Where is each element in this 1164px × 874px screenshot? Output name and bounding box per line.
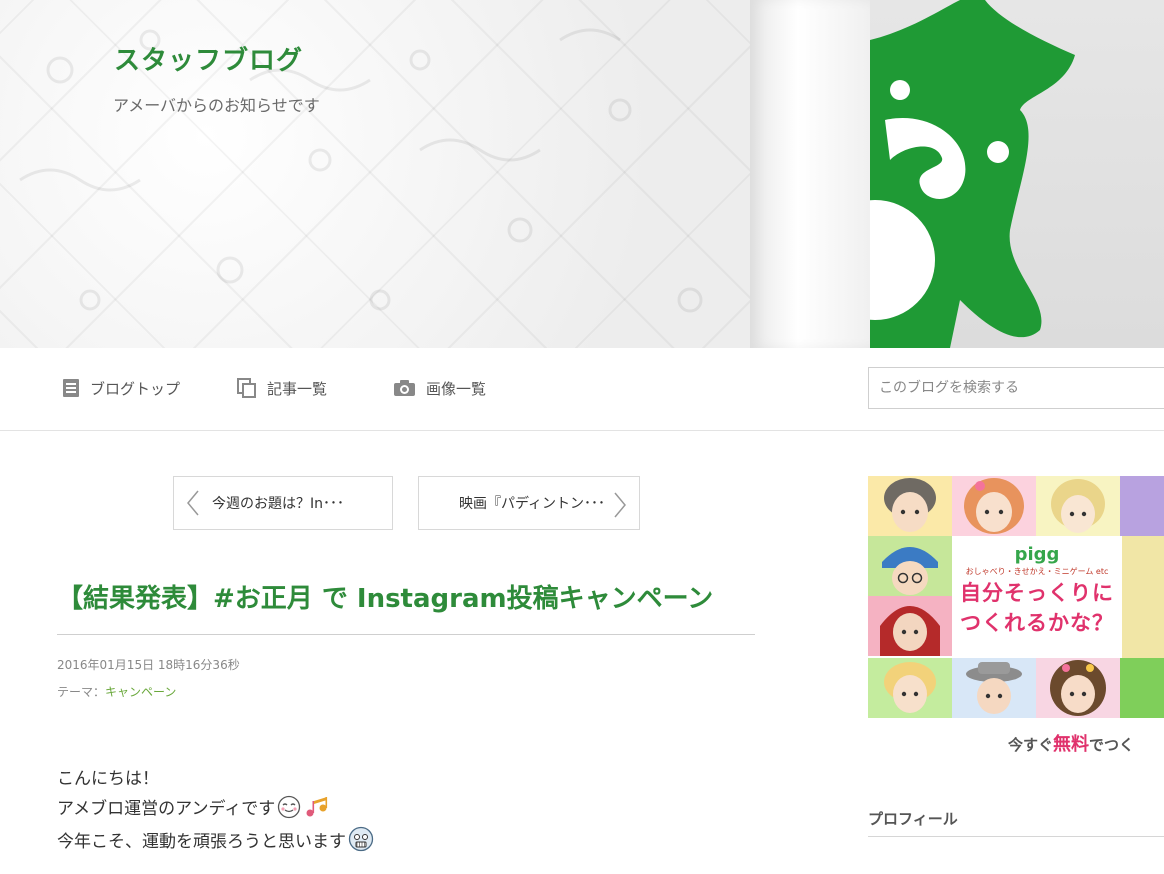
ad-avatar-cell xyxy=(1036,476,1120,536)
title-divider xyxy=(57,634,755,635)
ad-avatar-cell xyxy=(952,658,1036,718)
avatar-face-icon xyxy=(964,478,1024,534)
ad-subtitle: おしゃべり・きせかえ・ミニゲーム etc xyxy=(965,567,1109,576)
blog-description: アメーバからのお知らせです xyxy=(113,96,320,115)
body-line-3: 今年こそ、運動を頑張ろうと思います xyxy=(57,826,374,852)
body-text-resolution: 今年こそ、運動を頑張ろうと思います xyxy=(57,831,346,852)
profile-heading: プロフィール xyxy=(868,810,958,828)
nav-article-list[interactable]: 記事一覧 xyxy=(237,376,327,400)
ad-avatar-cell xyxy=(1120,476,1164,536)
entry-date: 2016年01月15日 18時16分36秒 xyxy=(57,658,240,672)
body-line-1: こんにちは！ xyxy=(57,764,159,789)
music-notes-icon xyxy=(306,796,328,816)
entry-theme-link[interactable]: キャンペーン xyxy=(105,685,176,699)
avatar-face-icon xyxy=(884,662,936,713)
nav-article-list-label: 記事一覧 xyxy=(267,379,328,398)
blog-title[interactable]: スタッフブログ xyxy=(114,40,303,77)
body-text-intro: アメブロ運営のアンディです xyxy=(57,799,276,819)
ad-center-panel: pigg おしゃべり・きせかえ・ミニゲーム etc 自分そっくりに つくれるかな… xyxy=(952,536,1122,658)
prev-article-label: 今週のお題は？In･･･ xyxy=(212,496,345,512)
pigg-logo: pigg xyxy=(1014,544,1060,565)
entry-title[interactable]: 【結果発表】#お正月 で Instagram投稿キャンペーン xyxy=(57,578,713,615)
banner-wall-pattern xyxy=(19,28,703,313)
blog-nav-bar: ブログトップ 記事一覧 画像一覧 xyxy=(0,348,1164,431)
ad-avatar-cell xyxy=(868,536,952,596)
avatar-face-icon xyxy=(966,662,1022,714)
ad-cta-suffix: でつく xyxy=(1089,736,1135,752)
avatar-face-icon xyxy=(882,547,938,595)
ad-avatar-cell xyxy=(868,596,952,656)
avatar-face-icon xyxy=(1050,660,1106,716)
nav-blog-top[interactable]: ブログトップ xyxy=(62,376,180,400)
entry-theme: テーマ：キャンペーン xyxy=(57,683,176,700)
pigg-ad-banner[interactable]: pigg おしゃべり・きせかえ・ミニゲーム etc 自分そっくりに つくれるかな… xyxy=(868,476,1164,752)
ad-avatar-cell xyxy=(952,476,1036,536)
ad-headline-2: つくれるかな？ xyxy=(960,611,1114,635)
nav-image-list[interactable]: 画像一覧 xyxy=(393,376,486,400)
prev-article-link[interactable]: 今週のお題は？In･･･ xyxy=(173,476,393,530)
profile-divider xyxy=(868,836,1164,837)
chevron-left-icon xyxy=(187,490,199,516)
ad-avatar-cell xyxy=(868,658,952,718)
document-icon xyxy=(63,379,79,397)
copy-icon xyxy=(237,378,256,398)
body-text-greeting: こんにちは！ xyxy=(57,769,159,789)
determined-face-emoji-icon xyxy=(348,826,374,852)
ad-avatar-cell xyxy=(1122,536,1164,658)
body-line-2: アメブロ運営のアンディです xyxy=(57,794,333,819)
ad-headline-1: 自分そっくりに xyxy=(960,581,1114,605)
ad-cta-prefix: 今すぐ xyxy=(1008,736,1054,752)
ad-avatar-grid: pigg おしゃべり・きせかえ・ミニゲーム etc 自分そっくりに つくれるかな… xyxy=(868,476,1164,718)
header-banner: スタッフブログ アメーバからのお知らせです xyxy=(0,0,1164,348)
avatar-face-icon xyxy=(1051,479,1105,533)
ad-avatar-cell xyxy=(1120,658,1164,718)
ad-avatar-cell xyxy=(868,476,952,536)
banner-pillar xyxy=(750,0,870,348)
entry-theme-label: テーマ： xyxy=(57,685,106,699)
next-article-link[interactable]: 映画『パディントン･･･ xyxy=(418,476,640,530)
ameba-mascot-icon xyxy=(870,0,1075,348)
avatar-face-icon xyxy=(880,606,940,656)
avatar-face-icon xyxy=(884,478,936,532)
blog-search-input[interactable] xyxy=(868,367,1164,409)
ad-cta-emphasis: 無料 xyxy=(1053,734,1090,752)
smile-emoji-icon xyxy=(278,795,301,818)
ad-cta: 今すぐ無料でつく xyxy=(1008,730,1134,752)
chevron-right-icon xyxy=(614,492,626,518)
nav-image-list-label: 画像一覧 xyxy=(426,379,487,398)
next-article-label: 映画『パディントン･･･ xyxy=(459,496,606,512)
ad-avatar-cell xyxy=(1036,658,1120,718)
nav-blog-top-label: ブログトップ xyxy=(90,379,181,398)
camera-icon xyxy=(394,380,415,396)
